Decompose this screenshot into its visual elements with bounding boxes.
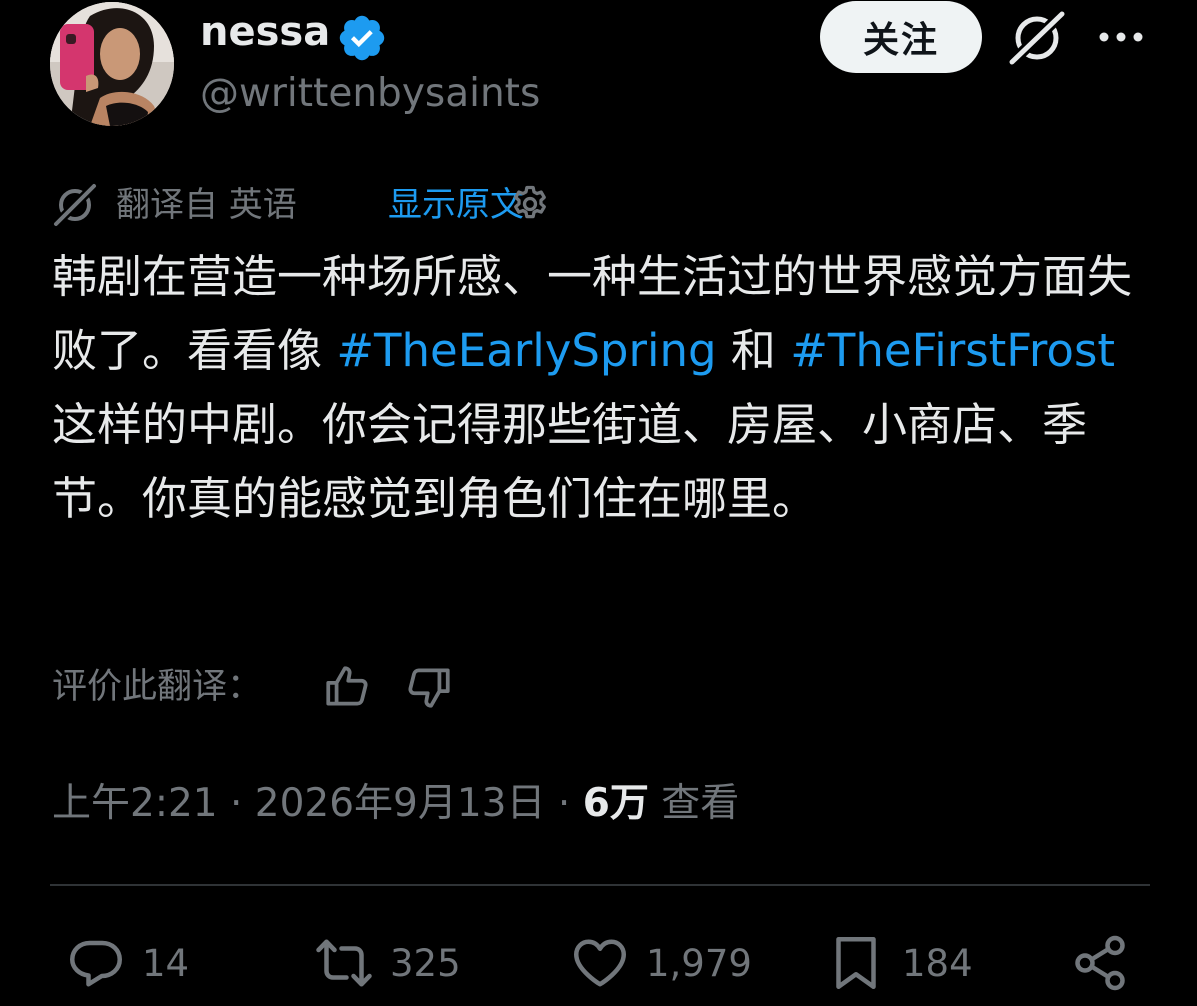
tweet-time[interactable]: 上午2:21: [52, 781, 218, 826]
avatar[interactable]: [50, 2, 174, 126]
grok-icon[interactable]: [1006, 8, 1068, 68]
like-count: 1,979: [646, 941, 752, 985]
bookmark-button[interactable]: 184: [826, 930, 973, 996]
bookmark-count: 184: [902, 941, 973, 985]
share-icon: [1075, 935, 1125, 991]
separator-dot: ·: [557, 781, 583, 826]
views-count: 6万: [582, 781, 649, 826]
translate-icon: [52, 182, 98, 228]
show-original-link[interactable]: 显示原文: [388, 182, 524, 228]
verified-badge-icon[interactable]: [336, 12, 388, 64]
tweet-detail: nessa @writtenbysaints 关注 翻译自 英语 显示原文 韩剧…: [0, 0, 1197, 1006]
thumbs-down-icon[interactable]: [404, 662, 454, 712]
tweet-meta: 上午2:21 · 2026年9月13日 · 6万 查看: [52, 774, 739, 834]
user-handle[interactable]: @writtenbysaints: [200, 68, 540, 120]
thumbs-up-icon[interactable]: [322, 662, 372, 712]
translation-bar: 翻译自 英语 显示原文: [52, 176, 652, 232]
retweet-icon: [316, 939, 372, 987]
tweet-text: 韩剧在营造一种场所感、一种生活过的世界感觉方面失败了。看看像 #TheEarly…: [52, 240, 1152, 536]
bookmark-icon: [836, 937, 876, 989]
tweet-text-segment: 和: [716, 324, 791, 377]
follow-button[interactable]: 关注: [820, 1, 982, 73]
divider: [50, 884, 1150, 886]
tweet-text-segment: 这样的中剧。你会记得那些街道、房屋、小商店、季节。你真的能感觉到角色们住在哪里。: [52, 398, 1088, 525]
avatar-image: [50, 2, 174, 126]
share-button[interactable]: [1070, 930, 1130, 996]
views-label: 查看: [661, 781, 740, 826]
hashtag-link[interactable]: #TheEarlySpring: [336, 324, 716, 377]
tweet-date[interactable]: 2026年9月13日: [255, 781, 546, 826]
reply-icon: [70, 940, 122, 987]
reply-count: 14: [142, 941, 190, 985]
reply-button[interactable]: 14: [66, 930, 189, 996]
hashtag-link[interactable]: #TheFirstFrost: [790, 324, 1115, 377]
retweet-count: 325: [390, 941, 461, 985]
translated-from-label: 翻译自 英语: [116, 185, 297, 225]
separator-dot: ·: [230, 781, 255, 826]
settings-gear-icon[interactable]: [508, 182, 552, 226]
display-name[interactable]: nessa: [200, 6, 330, 58]
more-icon[interactable]: [1096, 22, 1146, 52]
rate-translation-label: 评价此翻译：: [52, 667, 263, 707]
retweet-button[interactable]: 325: [314, 930, 461, 996]
like-button[interactable]: 1,979: [570, 930, 752, 996]
like-heart-icon: [574, 939, 626, 987]
